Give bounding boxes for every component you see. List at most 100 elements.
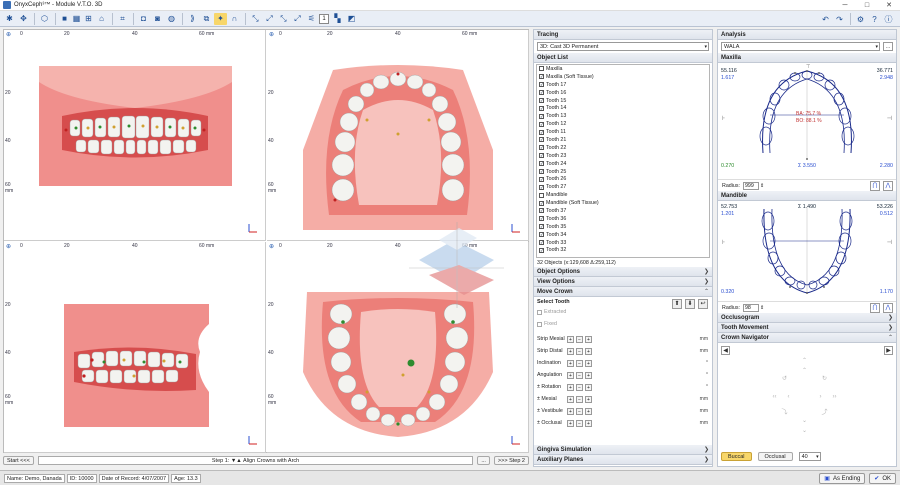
- arch-form2-icon[interactable]: ⋀: [883, 180, 893, 191]
- object-list-item[interactable]: ✓ Tooth 24: [537, 160, 709, 168]
- measure-right-icon[interactable]: ⊣: [887, 115, 892, 122]
- align-icon[interactable]: ✦: [214, 12, 227, 25]
- layout-quad-icon[interactable]: ⊞: [83, 13, 94, 25]
- palette-icon[interactable]: ◩: [345, 13, 358, 25]
- checkbox-checked-icon[interactable]: ✓: [539, 90, 544, 96]
- checkbox-checked-icon[interactable]: ✓: [539, 200, 544, 206]
- viewport-lateral[interactable]: ⊕ 0 20 40 60 mm 20 40 60 mm: [4, 242, 266, 453]
- measure4-icon[interactable]: ⤢: [291, 13, 304, 25]
- plus-icon[interactable]: +: [585, 395, 592, 403]
- viewport-frontal[interactable]: ⊕ 0 20 40 60 mm 20 40 60 mm: [4, 30, 266, 241]
- checkbox-icon[interactable]: [539, 66, 544, 72]
- object-list-item[interactable]: ✓ Tooth 23: [537, 152, 709, 160]
- reset-icon[interactable]: −: [576, 383, 583, 391]
- nav-up2-icon[interactable]: ⌃: [800, 367, 809, 376]
- object-list-item[interactable]: ✓ Tooth 13: [537, 112, 709, 120]
- maxilla-radius-input[interactable]: 999: [742, 181, 759, 190]
- spin-icon[interactable]: ⇕: [760, 305, 764, 311]
- nav-tilt-left-icon[interactable]: ⤵: [780, 409, 789, 418]
- nav-left2-icon[interactable]: ‹: [784, 393, 793, 402]
- analysis-options-button[interactable]: …: [883, 42, 893, 51]
- arch-form-icon[interactable]: ⋂: [870, 302, 880, 313]
- checkbox-checked-icon[interactable]: ✓: [539, 216, 544, 222]
- tooth-movement-header[interactable]: Tooth Movement ❯: [718, 323, 896, 333]
- checkbox-checked-icon[interactable]: ✓: [539, 113, 544, 119]
- ok-button[interactable]: ✔ OK: [869, 473, 896, 484]
- layout-single-icon[interactable]: ■: [59, 13, 70, 25]
- step-options-button[interactable]: ...: [477, 456, 490, 465]
- maximize-button[interactable]: □: [856, 0, 878, 11]
- minus-icon[interactable]: +: [567, 419, 574, 427]
- checkbox-checked-icon[interactable]: ✓: [539, 208, 544, 214]
- plus-icon[interactable]: +: [585, 359, 592, 367]
- mandible-radius-input[interactable]: 98: [742, 303, 759, 312]
- grid-icon[interactable]: ▚: [331, 13, 344, 25]
- object-options-header[interactable]: Object Options ❯: [534, 267, 712, 277]
- reset-icon[interactable]: −: [576, 371, 583, 379]
- minus-icon[interactable]: +: [567, 395, 574, 403]
- plus-icon[interactable]: +: [585, 371, 592, 379]
- checkbox-checked-icon[interactable]: ✓: [539, 176, 544, 182]
- object-list-item[interactable]: ✓ Tooth 27: [537, 183, 709, 191]
- object-list-item[interactable]: ✓ Tooth 35: [537, 223, 709, 231]
- checkbox-checked-icon[interactable]: ✓: [539, 137, 544, 143]
- arch-view-icon[interactable]: ◍: [165, 13, 178, 25]
- side-view-icon[interactable]: ◙: [151, 13, 164, 25]
- mirror-icon[interactable]: ⟫: [186, 13, 199, 25]
- as-ending-button[interactable]: ▣ As Ending: [819, 473, 866, 484]
- object-list-item[interactable]: ✓ Tooth 26: [537, 175, 709, 183]
- object-list-item[interactable]: ✓ Tooth 14: [537, 104, 709, 112]
- rotation-gizmo-icon[interactable]: [399, 220, 509, 310]
- object-list-item[interactable]: ✓ Tooth 12: [537, 120, 709, 128]
- prev-tooth-icon[interactable]: ◀: [721, 346, 730, 355]
- checkbox-checked-icon[interactable]: ✓: [539, 121, 544, 127]
- minimize-button[interactable]: ─: [834, 0, 856, 11]
- viewport-maxilla-occlusal[interactable]: ⊕ 0 20 40 60 mm 20 40 60 mm: [267, 30, 529, 241]
- minus-icon[interactable]: +: [567, 371, 574, 379]
- nav-rot-right-icon[interactable]: ↻: [820, 375, 829, 384]
- checkbox-checked-icon[interactable]: ✓: [539, 82, 544, 88]
- minus-icon[interactable]: +: [567, 359, 574, 367]
- checkbox-checked-icon[interactable]: ✓: [539, 184, 544, 190]
- measure-top-icon[interactable]: ⊤: [806, 64, 810, 70]
- object-list-item[interactable]: Mandible: [537, 191, 709, 199]
- measure-left-icon[interactable]: ⊦: [722, 239, 725, 246]
- object-list-item[interactable]: ✓ Tooth 32: [537, 246, 709, 254]
- viewport-area[interactable]: ⊕ 0 20 40 60 mm 20 40 60 mm ⊕ 0 20 40 60 mm 20 4: [3, 29, 529, 453]
- checkbox-checked-icon[interactable]: ✓: [539, 247, 544, 253]
- object-list-item[interactable]: ✓ Tooth 22: [537, 144, 709, 152]
- object-list-item[interactable]: ✓ Tooth 21: [537, 136, 709, 144]
- nav-down-icon[interactable]: ⌄: [800, 417, 809, 426]
- reset-icon[interactable]: −: [576, 359, 583, 367]
- reset-icon[interactable]: −: [576, 347, 583, 355]
- object-list-item[interactable]: ✓ Tooth 17: [537, 81, 709, 89]
- measure-right-icon[interactable]: ⊣: [887, 239, 892, 246]
- undo-icon[interactable]: ↶: [819, 13, 832, 25]
- reset-icon[interactable]: −: [576, 335, 583, 343]
- arch-form2-icon[interactable]: ⋀: [883, 302, 893, 313]
- measure-icon[interactable]: ⤡: [249, 13, 262, 25]
- zoom-select[interactable]: 40 ▾: [798, 452, 821, 461]
- plus-icon[interactable]: +: [585, 419, 592, 427]
- object-list-item[interactable]: ✓ Tooth 34: [537, 231, 709, 239]
- checkbox-checked-icon[interactable]: ✓: [539, 161, 544, 167]
- home-icon[interactable]: ⌂: [95, 13, 108, 25]
- object-list-item[interactable]: Maxilla: [537, 65, 709, 73]
- gingiva-simulation-header[interactable]: Gingiva Simulation ❯: [534, 445, 712, 455]
- plus-icon[interactable]: +: [585, 335, 592, 343]
- tracing-select[interactable]: 3D: Cast 3D Permanent ▾: [537, 42, 709, 51]
- object-list-item[interactable]: ✓ Tooth 33: [537, 239, 709, 247]
- minus-icon[interactable]: +: [567, 407, 574, 415]
- info-icon[interactable]: ⓘ: [882, 13, 895, 25]
- checkbox-checked-icon[interactable]: ✓: [539, 105, 544, 111]
- spin-icon[interactable]: ⇕: [760, 183, 764, 189]
- reset-icon[interactable]: −: [576, 395, 583, 403]
- next-tooth-icon[interactable]: ▶: [884, 346, 893, 355]
- nav-right-icon[interactable]: ›: [816, 393, 825, 402]
- nav-tilt-right-icon[interactable]: ⤴: [820, 409, 829, 418]
- gear-icon[interactable]: ⚙: [854, 13, 867, 25]
- help-icon[interactable]: ?: [868, 13, 881, 25]
- object-icon[interactable]: ⬡: [38, 13, 51, 25]
- object-list-item[interactable]: ✓ Maxilla (Soft Tissue): [537, 73, 709, 81]
- nav-right2-icon[interactable]: ››: [830, 393, 839, 402]
